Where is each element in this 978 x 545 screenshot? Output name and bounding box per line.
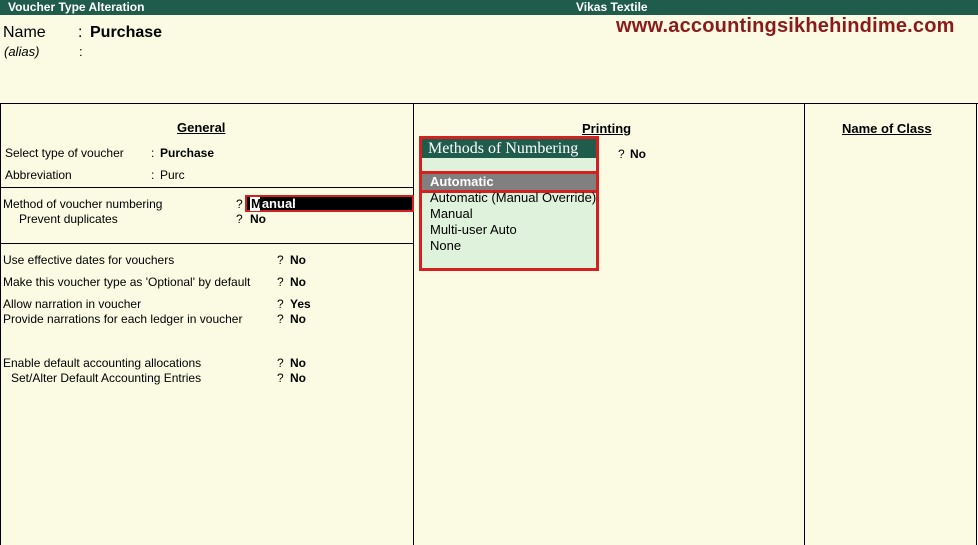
alter-entries-field[interactable]: No (290, 371, 306, 385)
general-divider-1 (0, 187, 413, 188)
effective-dates-q: ? (277, 253, 284, 267)
default-allocations-q: ? (277, 356, 284, 370)
printing-option-q: ? (618, 147, 625, 161)
popup-item-manual[interactable]: Manual (430, 206, 473, 221)
numbering-methods-popup: Methods of Numbering Automatic Automatic… (419, 136, 599, 271)
abbreviation-label: Abbreviation (5, 168, 72, 182)
numbering-method-q: ? (236, 197, 243, 211)
alter-entries-label: Set/Alter Default Accounting Entries (11, 371, 202, 385)
header-divider (0, 103, 978, 104)
popup-item-automatic-manual-override[interactable]: Automatic (Manual Override) (430, 190, 596, 205)
printing-title: Printing (582, 121, 632, 136)
prevent-duplicates-label: Prevent duplicates (19, 212, 118, 226)
effective-dates-label: Use effective dates for vouchers (3, 253, 175, 267)
name-field[interactable]: Purchase (90, 24, 162, 42)
abbreviation-colon: : (151, 168, 155, 182)
select-type-colon: : (151, 146, 155, 160)
general-divider-2 (0, 243, 413, 244)
alias-colon: : (79, 44, 83, 59)
default-allocations-label: Enable default accounting allocations (3, 356, 202, 370)
abbreviation-field[interactable]: Purc (160, 168, 185, 182)
company-name: Vikas Textile (576, 0, 648, 14)
title-bar: Voucher Type Alteration Vikas Textile (0, 0, 978, 15)
narration-each-ledger-q: ? (277, 312, 284, 326)
printing-option-field[interactable]: No (630, 147, 646, 161)
printing-class-divider (804, 103, 805, 545)
narration-each-ledger-label: Provide narrations for each ledger in vo… (3, 312, 243, 326)
allow-narration-field[interactable]: Yes (290, 297, 311, 311)
right-border (976, 103, 977, 545)
popup-title: Methods of Numbering (422, 139, 596, 158)
class-title: Name of Class (842, 121, 932, 136)
default-allocations-field[interactable]: No (290, 356, 306, 370)
popup-item-multi-user-auto[interactable]: Multi-user Auto (430, 222, 517, 237)
select-type-label: Select type of voucher (5, 146, 124, 160)
allow-narration-q: ? (277, 297, 284, 311)
general-printing-divider (413, 103, 414, 545)
popup-item-automatic[interactable]: Automatic (422, 174, 596, 190)
select-type-field[interactable]: Purchase (160, 146, 214, 160)
popup-item-none[interactable]: None (430, 238, 461, 253)
left-border (0, 103, 1, 545)
screen-title: Voucher Type Alteration (8, 0, 145, 14)
effective-dates-field[interactable]: No (290, 253, 306, 267)
cursor-char: M (251, 196, 262, 211)
voucher-header: Name : Purchase (alias) : www.accounting… (0, 15, 978, 104)
optional-default-q: ? (277, 275, 284, 289)
website-watermark: www.accountingsikhehindime.com (616, 15, 955, 37)
prevent-duplicates-field[interactable]: No (250, 212, 266, 226)
general-title: General (177, 120, 226, 135)
numbering-method-field[interactable]: Manual M (245, 195, 414, 212)
name-label: Name (3, 24, 46, 41)
prevent-duplicates-q: ? (236, 212, 243, 226)
alias-label: (alias) (4, 44, 40, 59)
optional-default-field[interactable]: No (290, 275, 306, 289)
name-colon: : (78, 24, 83, 41)
numbering-method-label: Method of voucher numbering (3, 197, 163, 211)
narration-each-ledger-field[interactable]: No (290, 312, 306, 326)
allow-narration-label: Allow narration in voucher (3, 297, 142, 311)
alter-entries-q: ? (277, 371, 284, 385)
optional-default-label: Make this voucher type as 'Optional' by … (3, 275, 251, 289)
